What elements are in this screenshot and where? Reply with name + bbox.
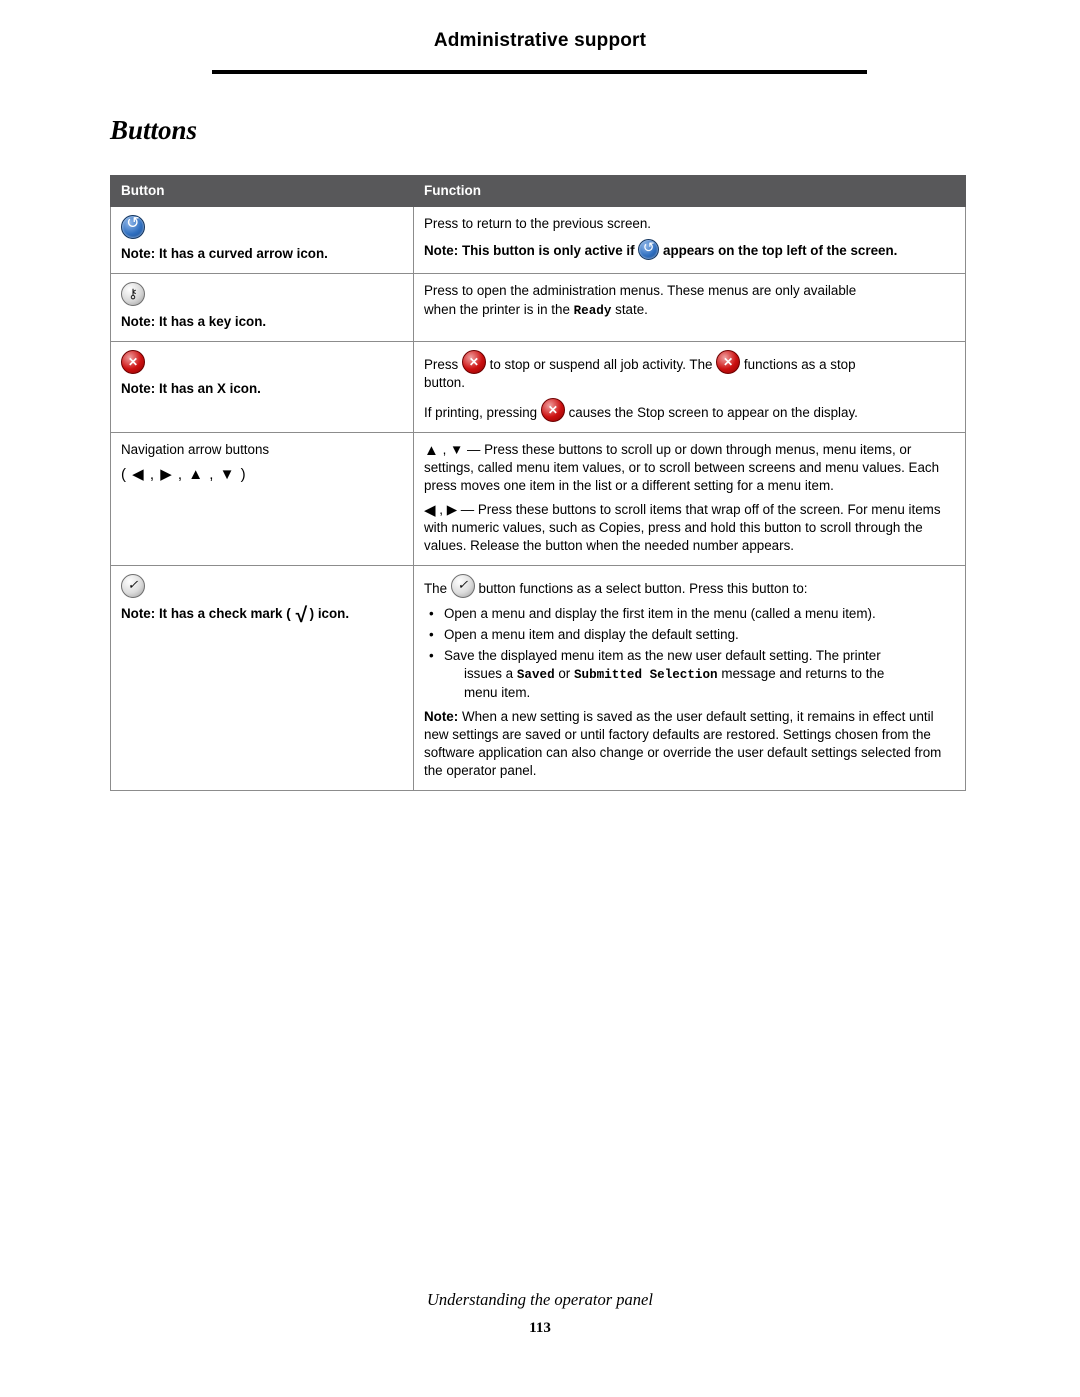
bullet3-continuation-last: menu item. xyxy=(464,684,531,700)
cont-post: message and returns to the xyxy=(717,665,885,681)
check-mark-icon: √ xyxy=(294,603,306,627)
footer-text: Understanding the operator panel xyxy=(427,1290,653,1309)
list-item: Save the displayed menu item as the new … xyxy=(424,647,955,702)
intro-pre: The xyxy=(424,581,451,597)
key-icon-wrap xyxy=(121,282,403,307)
cell-function-stop: Press to stop or suspend all job activit… xyxy=(413,340,966,433)
menu-function-line1: Press to open the administration menus. … xyxy=(424,283,857,299)
table-header-row: Button Function xyxy=(110,174,966,208)
cell-button-stop: Note: It has an X icon. xyxy=(110,340,414,433)
nav-function-p2: ◀ , ▶ — Press these buttons to scroll it… xyxy=(424,501,955,555)
select-bullets: Open a menu and display the first item i… xyxy=(424,605,955,702)
note-label: Note: xyxy=(424,243,459,259)
footer-page-number: 113 xyxy=(529,1320,551,1336)
p1-a: Press xyxy=(424,356,462,372)
ready-state-literal: Ready xyxy=(573,303,612,318)
key-note: Note: It has a key icon. xyxy=(121,313,403,331)
stop-x-icon xyxy=(540,397,565,422)
note-post: ) icon. xyxy=(305,605,350,621)
cell-button-select: Note: It has a check mark ( √ ) icon. xyxy=(110,565,414,792)
intro-post: button functions as a select button. Pre… xyxy=(474,581,808,597)
submitted-selection-literal: Submitted Selection xyxy=(574,667,718,682)
select-check-icon xyxy=(450,574,475,599)
note-label: Note: xyxy=(121,605,156,621)
table-row: Note: It has a key icon. Press to open t… xyxy=(110,273,966,342)
stop-x-icon xyxy=(716,349,741,374)
list-item: Open a menu and display the first item i… xyxy=(424,605,955,623)
bullet3-continuation: issues a Saved or Submitted Selection me… xyxy=(444,665,955,684)
select-function-intro: The button functions as a select button.… xyxy=(424,574,955,599)
document-page: Administrative support Buttons Button Fu… xyxy=(0,0,1080,1397)
select-icon-wrap xyxy=(121,574,403,599)
nav-function-p1: ▲ , ▼ — Press these buttons to scroll up… xyxy=(424,441,955,495)
note-label: Note: xyxy=(121,246,156,262)
stop-note: Note: It has an X icon. xyxy=(121,380,403,398)
list-item: Open a menu item and display the default… xyxy=(424,626,955,644)
p1-b: to stop or suspend all job activity. The xyxy=(485,356,717,372)
cell-function-menu: Press to open the administration menus. … xyxy=(413,273,966,342)
header-rule xyxy=(212,70,867,74)
cell-function-back: Press to return to the previous screen. … xyxy=(413,206,966,275)
select-note: Note: It has a check mark ( √ ) icon. xyxy=(121,605,403,626)
stop-x-icon xyxy=(461,349,486,374)
note-label: Note: xyxy=(424,708,459,724)
menu-function-line2: when the printer is in the Ready state. xyxy=(424,301,955,320)
cell-button-menu: Note: It has a key icon. xyxy=(110,273,414,342)
cell-function-select: The button functions as a select button.… xyxy=(413,565,966,792)
back-function-line1: Press to return to the previous screen. xyxy=(424,216,652,232)
up-arrow-icon: ▲ xyxy=(424,441,439,459)
table-row: Navigation arrow buttons ( ◀ , ▶ , ▲ , ▼… xyxy=(110,431,966,567)
column-header-button: Button xyxy=(110,174,414,208)
cont-mid: or xyxy=(554,665,574,681)
line2-post: state. xyxy=(611,301,648,317)
stop-function-p1-cont: button. xyxy=(424,374,465,390)
left-arrow-icon: ◀ xyxy=(424,502,436,520)
table-row: Note: It has a check mark ( √ ) icon. Th… xyxy=(110,565,966,792)
note-part1: This button is only active if xyxy=(458,243,639,259)
note-label: Note: xyxy=(121,313,156,329)
cell-function-navigation: ▲ , ▼ — Press these buttons to scroll up… xyxy=(413,431,966,567)
page-header-title: Administrative support xyxy=(433,30,647,51)
cell-button-back: Note: It has a curved arrow icon. xyxy=(110,206,414,275)
note-text: It has a key icon. xyxy=(155,313,267,329)
navigation-label: Navigation arrow buttons xyxy=(121,441,270,457)
back-function-note: Note: This button is only active if appe… xyxy=(424,238,955,261)
stop-icon-wrap xyxy=(121,349,403,374)
p2-b: causes the Stop screen to appear on the … xyxy=(564,404,858,420)
note-label: Note: xyxy=(121,380,156,396)
back-icon-wrap xyxy=(121,213,403,240)
select-check-icon xyxy=(121,574,145,599)
key-icon xyxy=(121,282,145,307)
select-function-note: Note: When a new setting is saved as the… xyxy=(424,708,955,780)
stop-function-p2: If printing, pressing causes the Stop sc… xyxy=(424,397,955,422)
note-part2: appears on the top left of the screen. xyxy=(659,243,898,259)
note-pre: It has a check mark ( xyxy=(155,605,295,621)
back-arrow-icon xyxy=(638,238,660,261)
p1-text: , ▼ — Press these buttons to scroll up o… xyxy=(424,441,940,494)
note-text: When a new setting is saved as the user … xyxy=(424,708,942,779)
back-arrow-icon xyxy=(121,213,145,240)
bullet3-text: Save the displayed menu item as the new … xyxy=(444,647,881,663)
line2-pre: when the printer is in the xyxy=(424,301,574,317)
table-row: Note: It has a curved arrow icon. Press … xyxy=(110,206,966,275)
buttons-table: Button Function Note: It has a curved ar… xyxy=(110,174,966,792)
back-note: Note: It has a curved arrow icon. xyxy=(121,245,403,263)
stop-function-p1: Press to stop or suspend all job activit… xyxy=(424,349,955,374)
cell-button-navigation: Navigation arrow buttons ( ◀ , ▶ , ▲ , ▼… xyxy=(110,431,414,567)
p2-text: , ▶ — Press these buttons to scroll item… xyxy=(424,502,941,554)
stop-x-icon xyxy=(121,349,145,374)
saved-literal: Saved xyxy=(516,667,555,682)
cont-pre: issues a xyxy=(464,665,517,681)
note-text: It has an X icon. xyxy=(155,380,261,396)
navigation-symbols: ( ◀ , ▶ , ▲ , ▼ ) xyxy=(121,465,247,483)
table-row: Note: It has an X icon. Press to stop or… xyxy=(110,340,966,433)
note-text: It has a curved arrow icon. xyxy=(155,246,328,262)
section-heading: Buttons xyxy=(110,115,198,145)
p2-a: If printing, pressing xyxy=(424,404,541,420)
column-header-function: Function xyxy=(413,174,966,208)
p1-c: functions as a stop xyxy=(740,356,856,372)
